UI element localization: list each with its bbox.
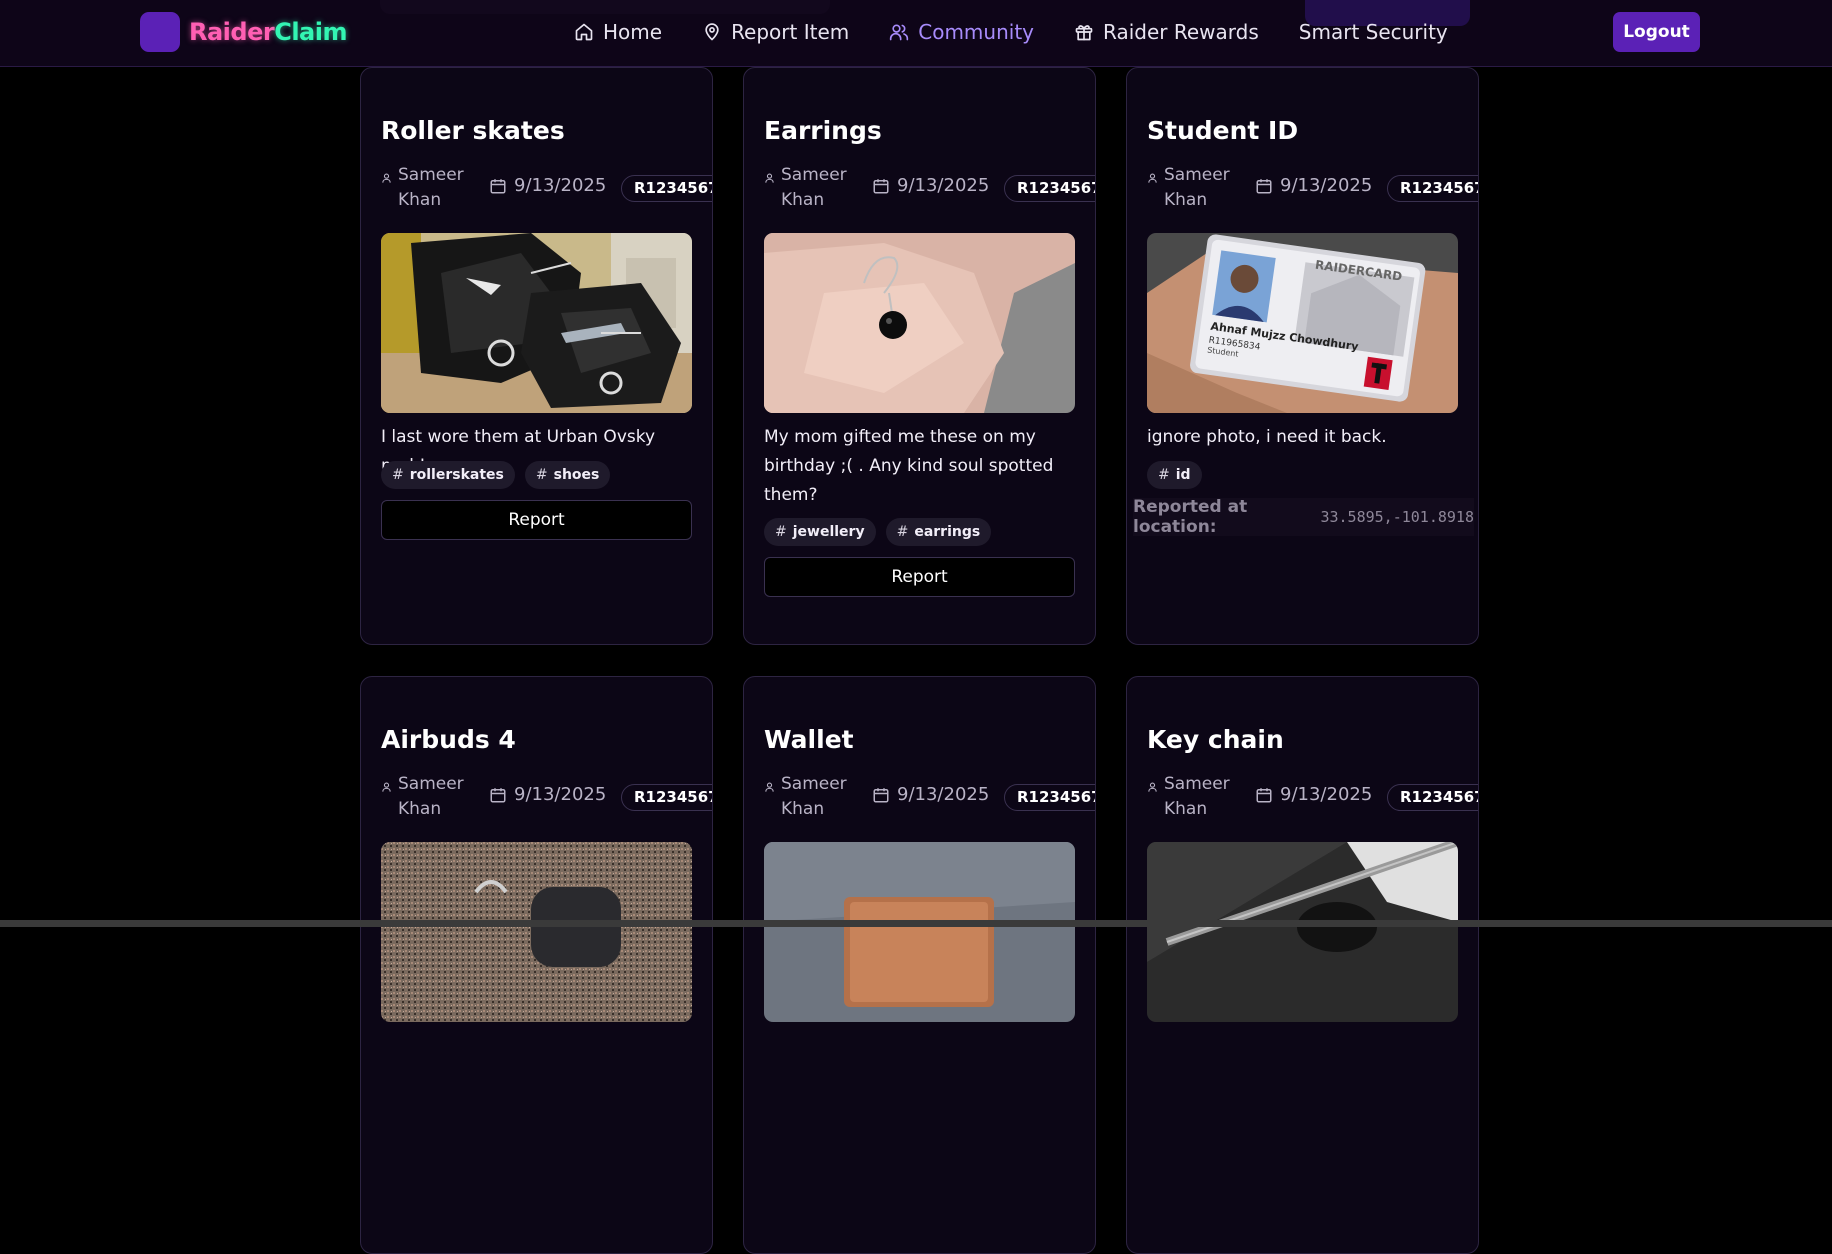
location-coordinates: 33.5895,-101.8918 [1320,508,1474,526]
item-author: Sameer Khan [764,163,851,213]
item-description: ignore photo, i need it back. [1147,427,1387,447]
tag[interactable]: # shoes [524,461,611,489]
nav-smart-security[interactable]: Smart Security [1299,20,1448,44]
tag-list: # rollerskates # shoes [381,461,620,489]
report-button[interactable]: Report [381,500,692,540]
gift-icon [1075,25,1093,41]
map-pin-icon [705,23,719,41]
item-id-badge: R12345679 [1004,784,1095,811]
user-icon [765,782,774,792]
item-date: 9/13/2025 [489,175,606,196]
logo-icon [140,12,180,52]
user-icon [382,782,391,792]
item-date: 9/13/2025 [1255,175,1372,196]
hash-icon: # [896,524,909,540]
airbuds-photo [381,842,692,1022]
item-author: Sameer Khan [381,772,468,822]
hash-icon: # [535,467,548,483]
item-author: Sameer Khan [1147,772,1234,822]
item-date: 9/13/2025 [872,784,989,805]
hash-icon: # [1158,467,1170,483]
tag[interactable]: # rollerskates [381,461,515,489]
item-id-badge: R12345679 [1387,784,1478,811]
user-icon [382,173,391,183]
calendar-icon [1256,787,1272,802]
item-card[interactable]: Wallet Sameer Khan 9/13/2025 R12345679 [743,676,1096,1254]
user-icon [765,173,774,183]
hash-icon: # [392,467,404,483]
top-nav: RaiderClaim Home Report Item Community R… [0,0,1832,67]
item-date: 9/13/2025 [489,784,606,805]
scrollbar-track[interactable] [0,920,1832,927]
earring-photo [764,233,1075,413]
key-chain-photo [1147,842,1458,1022]
item-id-badge: R12345679 [1004,175,1095,202]
tag[interactable]: # id [1147,461,1202,489]
brand-name: RaiderClaim [189,18,347,46]
item-card[interactable]: Roller skates Sameer Khan 9/13/2025 R123… [360,67,713,645]
user-icon [1148,173,1157,183]
nav-raider-rewards[interactable]: Raider Rewards [1074,20,1259,44]
brand-logo[interactable]: RaiderClaim [140,12,347,52]
item-meta: Sameer Khan 9/13/2025 R12345679 [381,772,712,822]
item-id-badge: R12345679 [1387,175,1478,202]
item-card[interactable]: Key chain Sameer Khan 9/13/2025 R1234567… [1126,676,1479,1254]
item-meta: Sameer Khan 9/13/2025 R12345679 [1147,163,1478,213]
item-author: Sameer Khan [1147,163,1234,213]
item-date: 9/13/2025 [872,175,989,196]
wallet-photo [764,842,1075,1022]
item-title: Key chain [1147,725,1284,754]
item-description: My mom gifted me these on my birthday ;(… [764,427,1054,505]
tag-list: # id [1147,461,1212,489]
calendar-icon [490,178,506,193]
user-icon [1148,782,1157,792]
item-meta: Sameer Khan 9/13/2025 R12345679 [764,772,1095,822]
reported-location: Reported at location: 33.5895,-101.8918 [1133,497,1474,537]
item-id-badge: R12345679 [621,175,712,202]
users-icon [890,24,909,41]
logout-button[interactable]: Logout [1613,12,1700,52]
nav-report-item[interactable]: Report Item [702,20,849,44]
item-title: Roller skates [381,116,565,145]
item-author: Sameer Khan [764,772,851,822]
item-title: Airbuds 4 [381,725,516,754]
item-meta: Sameer Khan 9/13/2025 R12345679 [764,163,1095,213]
item-meta: Sameer Khan 9/13/2025 R12345679 [381,163,712,213]
hash-icon: # [775,524,787,540]
tag[interactable]: # jewellery [764,518,876,546]
calendar-icon [490,787,506,802]
student-id-photo: RAIDERCARD Ahnaf Mujzz Chowdhury R119658… [1147,233,1458,413]
calendar-icon [1256,178,1272,193]
item-date: 9/13/2025 [1255,784,1372,805]
item-title: Earrings [764,116,882,145]
nav-home[interactable]: Home [574,20,662,44]
item-card[interactable]: Earrings Sameer Khan 9/13/2025 R12345679 [743,67,1096,645]
calendar-icon [873,787,889,802]
item-author: Sameer Khan [381,163,468,213]
item-title: Student ID [1147,116,1299,145]
calendar-icon [873,178,889,193]
item-meta: Sameer Khan 9/13/2025 R12345679 [1147,772,1478,822]
item-title: Wallet [764,725,854,754]
report-button[interactable]: Report [764,557,1075,597]
roller-skates-photo [381,233,692,413]
tag[interactable]: # earrings [885,518,992,546]
item-card[interactable]: Student ID Sameer Khan 9/13/2025 R123456… [1126,67,1479,645]
item-id-badge: R12345679 [621,784,712,811]
nav-links: Home Report Item Community Raider Reward… [574,0,1488,64]
nav-community[interactable]: Community [889,20,1034,44]
item-card[interactable]: Airbuds 4 Sameer Khan 9/13/2025 R1234567… [360,676,713,1254]
home-icon [575,23,593,41]
tag-list: # jewellery # earrings [764,518,1001,546]
